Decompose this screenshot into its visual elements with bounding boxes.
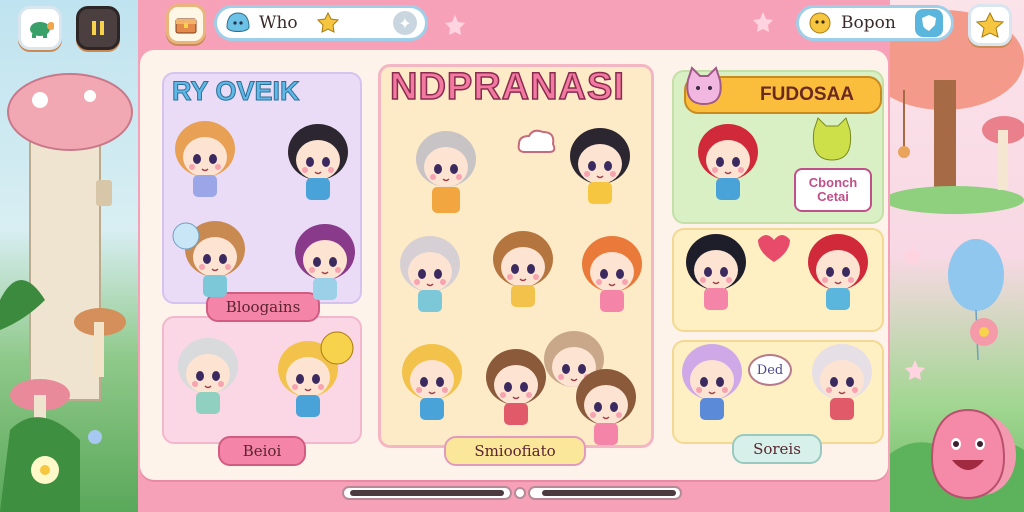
character-red-flower	[807, 233, 869, 310]
character-brown-bun	[492, 230, 554, 307]
scroll-divider[interactable]	[514, 487, 526, 499]
character-silver-catear	[399, 235, 461, 312]
character-purple-hair	[294, 223, 356, 300]
character-black-hair	[287, 123, 349, 200]
character-black-orange	[569, 127, 631, 204]
character-brown-short	[485, 348, 547, 425]
character-silver-hair	[177, 337, 239, 414]
character-brown-braid	[575, 368, 637, 445]
scroll-thumb-right[interactable]	[542, 490, 676, 496]
character-grey-longhair	[415, 130, 477, 213]
scroll-thumb-left[interactable]	[350, 490, 504, 496]
character-blonde-bow	[401, 343, 463, 420]
character-layer	[172, 117, 873, 445]
character-white-bow	[811, 343, 873, 420]
character-red-ponytail	[697, 123, 759, 200]
scrollbar-right[interactable]	[528, 486, 682, 500]
character-black-long	[685, 233, 747, 310]
pink-blob-icon[interactable]	[928, 406, 1008, 502]
character-lilac	[681, 343, 743, 420]
scrollbar-left[interactable]	[342, 486, 512, 500]
character-orange-hair	[174, 120, 236, 197]
character-orange-hood	[581, 235, 643, 312]
